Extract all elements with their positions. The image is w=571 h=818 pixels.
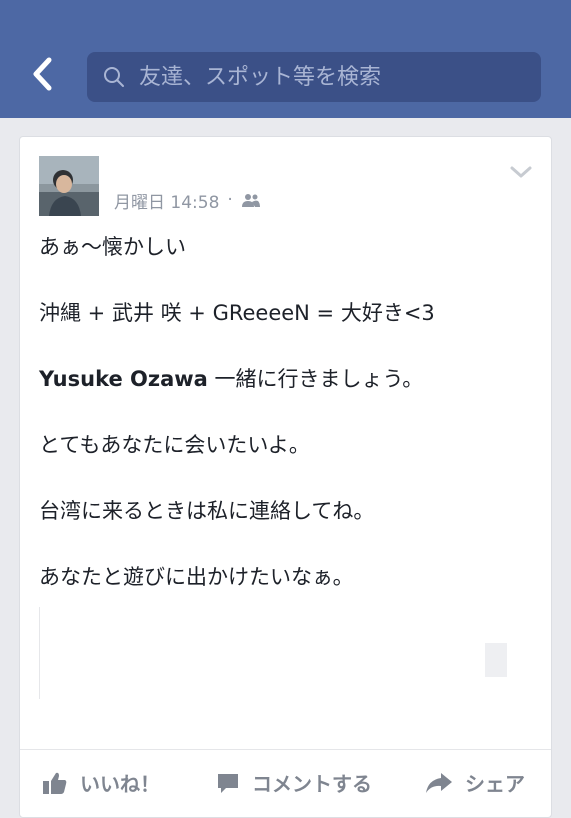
- thumbs-up-icon: [43, 772, 67, 794]
- search-bar[interactable]: [87, 52, 541, 102]
- post-options-button[interactable]: [509, 163, 533, 181]
- attachment-placeholder: [485, 643, 507, 677]
- share-button[interactable]: シェア: [425, 768, 525, 797]
- like-label: いいね！: [80, 772, 160, 796]
- attachment-edge: [39, 607, 40, 699]
- search-icon: [103, 65, 127, 89]
- friends-icon: [241, 194, 260, 207]
- mention-text: 一緒に行きましょう。: [207, 367, 424, 391]
- like-button[interactable]: いいね！: [42, 768, 160, 797]
- chevron-down-icon: [510, 166, 532, 178]
- avatar[interactable]: [39, 156, 99, 216]
- post-body: あぁ〜懐かしい 沖縄 + 武井 咲 + GReeeeN = 大好き<3 Yusu…: [39, 233, 539, 591]
- comment-label: コメントする: [252, 772, 372, 796]
- post-line: 台湾に来るときは私に連絡してね。: [39, 499, 375, 523]
- post-line-with-mention: Yusuke Ozawa 一緒に行きましょう。: [39, 365, 539, 393]
- comment-icon: [218, 773, 238, 793]
- post-timestamp[interactable]: 月曜日 14:58: [114, 188, 219, 213]
- share-arrow-icon: [426, 772, 452, 793]
- action-bar: いいね！ コメントする シェア: [20, 749, 551, 817]
- comment-button[interactable]: コメントする: [216, 768, 372, 797]
- post-line: あなたと遊びに出かけたいなぁ。: [39, 565, 354, 589]
- top-navigation-bar: [0, 0, 571, 118]
- post-line: あぁ〜懐かしい: [39, 235, 186, 259]
- chevron-left-icon: [33, 57, 52, 91]
- post-card: 月曜日 14:58 · あぁ〜懐かしい 沖縄 + 武井 咲 + GReeeeN …: [19, 136, 552, 818]
- search-input[interactable]: [139, 64, 519, 90]
- post-line: とてもあなたに会いたいよ。: [39, 433, 310, 457]
- post-meta: 月曜日 14:58 ·: [114, 186, 261, 214]
- share-label: シェア: [465, 772, 525, 796]
- meta-separator: ·: [227, 190, 233, 210]
- mention-link[interactable]: Yusuke Ozawa: [39, 367, 208, 391]
- back-button[interactable]: [22, 52, 62, 96]
- attachment-area[interactable]: [39, 603, 535, 733]
- post-line: 沖縄 + 武井 咲 + GReeeeN = 大好き<3: [39, 301, 435, 325]
